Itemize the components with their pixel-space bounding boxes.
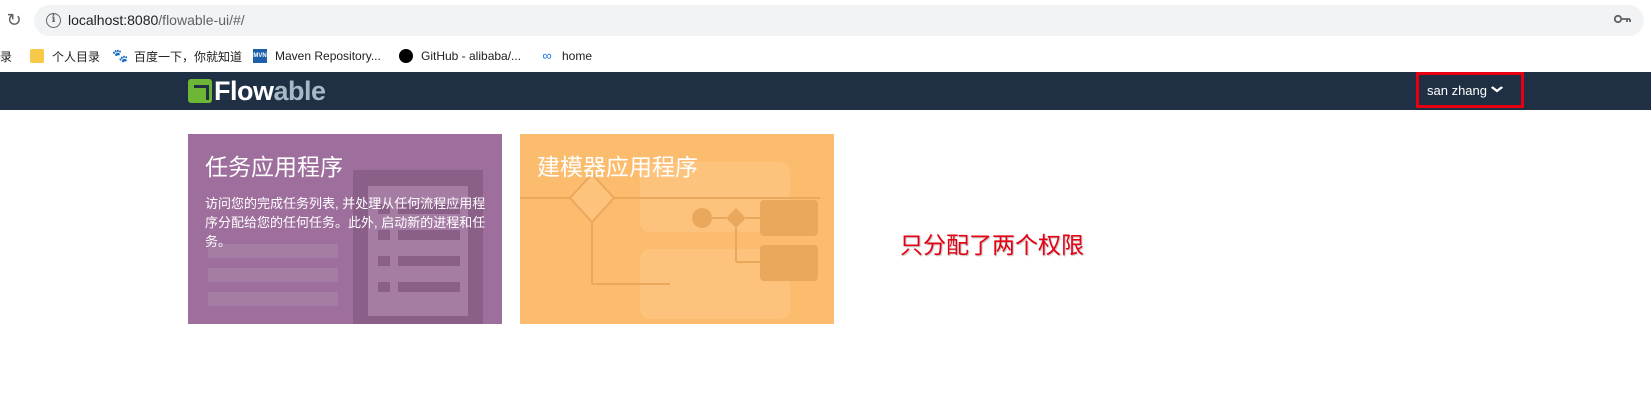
reload-icon[interactable]: ↻ (4, 10, 24, 30)
flowable-logo-icon (188, 79, 212, 103)
bookmark-label: GitHub - alibaba/... (421, 49, 522, 63)
site-info-icon[interactable]: i (46, 13, 61, 28)
task-app-description: 访问您的完成任务列表, 并处理从任何流程应用程序分配给您的任何任务。此外, 启动… (205, 196, 486, 249)
annotation-note: 只分配了两个权限 (900, 232, 1084, 258)
browser-address-bar: ↻ i localhost:8080/flowable-ui/#/ (0, 0, 1651, 40)
task-app-title: 任务应用程序 (205, 154, 343, 180)
bookmark-item[interactable]: ∞ home (540, 47, 592, 65)
url-host: localhost:8080 (68, 12, 159, 28)
folder-icon (30, 49, 44, 63)
bookmarks-bar: 录 个人目录 🐾 百度一下，你就知道 MVN Maven Repository.… (0, 40, 1651, 72)
chevron-down-icon (1490, 85, 1504, 96)
bookmark-item[interactable]: 录 (0, 47, 12, 65)
url-text: localhost:8080/flowable-ui/#/ (68, 12, 245, 28)
url-input[interactable]: i localhost:8080/flowable-ui/#/ (34, 5, 1644, 36)
bookmark-label: 百度一下，你就知道 (134, 49, 243, 64)
user-menu-button[interactable]: san zhang (1416, 72, 1524, 108)
maven-icon: MVN (253, 49, 267, 63)
github-icon (399, 49, 413, 63)
url-path: /flowable-ui/#/ (158, 12, 245, 28)
flowable-logo[interactable]: Flow able (188, 75, 327, 106)
logo-text-flow: Flow (214, 75, 274, 106)
baidu-icon: 🐾 (112, 48, 129, 63)
key-icon[interactable] (1613, 12, 1632, 28)
bookmark-label: 录 (0, 49, 13, 64)
bookmark-label: Maven Repository... (275, 49, 381, 63)
bookmark-item[interactable]: MVN Maven Repository... (253, 47, 381, 65)
bookmark-label: home (562, 49, 593, 63)
task-app-tile[interactable]: 任务应用程序 访问您的完成任务列表, 并处理从任何流程应用程序分配给您的任何任务… (188, 134, 502, 324)
bookmark-item[interactable]: 🐾 百度一下，你就知道 (112, 47, 242, 65)
user-name: san zhang (1427, 82, 1487, 98)
modeler-app-tile[interactable]: 建模器应用程序 (520, 134, 834, 324)
app-navbar: Flow able san zhang (0, 72, 1651, 110)
bookmark-item[interactable]: 个人目录 (30, 47, 100, 65)
bookmark-label: 个人目录 (52, 49, 101, 64)
logo-text-able: able (273, 75, 327, 106)
bookmark-item[interactable]: GitHub - alibaba/... (399, 47, 521, 65)
modeler-app-title: 建模器应用程序 (537, 154, 698, 180)
home-icon: ∞ (542, 48, 552, 63)
